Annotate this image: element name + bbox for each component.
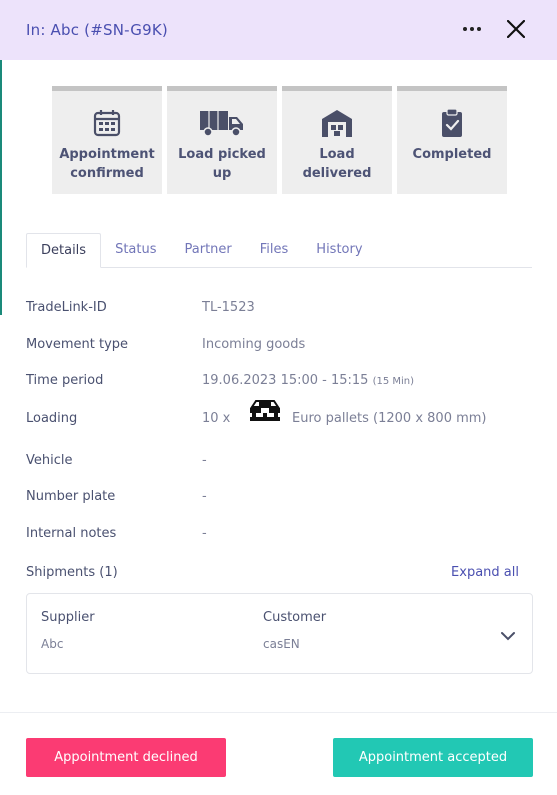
detail-value: 19.06.2023 15:00 - 15:15 (15 Min) — [202, 373, 414, 388]
detail-label: TradeLink-ID — [26, 300, 107, 315]
tab-details[interactable]: Details — [26, 233, 102, 268]
tab-status[interactable]: Status — [101, 233, 170, 267]
step-load-picked-up: Load picked up — [167, 86, 277, 194]
more-options-icon[interactable] — [461, 16, 483, 42]
supplier-label: Supplier — [41, 610, 95, 625]
detail-value: - — [202, 526, 207, 541]
dialog-title: In: Abc (#SN-G9K) — [26, 21, 168, 39]
tab-history[interactable]: History — [302, 233, 376, 267]
detail-label: Number plate — [26, 489, 116, 504]
loading-item: Euro pallets (1200 x 800 mm) — [292, 411, 487, 426]
pallet-icon — [248, 399, 282, 427]
detail-value: Incoming goods — [202, 337, 306, 352]
tab-files[interactable]: Files — [246, 233, 303, 267]
clipboard-check-icon — [440, 106, 464, 140]
tab-partner[interactable]: Partner — [171, 233, 246, 267]
left-accent-bar — [0, 60, 2, 315]
step-appointment-confirmed: Appointment confirmed — [52, 86, 162, 194]
step-label: Load delivered — [302, 147, 372, 181]
appointment-accepted-button[interactable]: Appointment accepted — [333, 738, 533, 777]
step-label: Appointment confirmed — [59, 147, 155, 181]
detail-label: Loading — [26, 411, 78, 426]
time-period-value: 19.06.2023 15:00 - 15:15 — [202, 373, 369, 388]
warehouse-icon — [321, 106, 353, 140]
expand-all-link[interactable]: Expand all — [451, 565, 519, 580]
supplier-value: Abc — [41, 637, 64, 651]
calendar-icon — [92, 106, 122, 140]
close-icon[interactable] — [503, 16, 529, 42]
shipment-card[interactable]: Supplier Abc Customer casEN — [26, 593, 533, 674]
appointment-declined-button[interactable]: Appointment declined — [26, 738, 226, 777]
detail-tabs: Details Status Partner Files History — [26, 233, 532, 268]
chevron-down-icon[interactable] — [500, 626, 516, 645]
footer-divider — [0, 712, 557, 713]
loading-quantity: 10 x — [202, 411, 231, 426]
step-load-delivered: Load delivered — [282, 86, 392, 194]
status-steps: Appointment confirmed Load picked up Loa… — [52, 86, 507, 194]
step-completed: Completed — [397, 86, 507, 194]
truck-icon — [199, 106, 245, 140]
detail-value: TL-1523 — [202, 300, 255, 315]
step-label: Completed — [412, 147, 492, 162]
detail-label: Vehicle — [26, 453, 73, 468]
detail-label: Movement type — [26, 337, 129, 352]
detail-label: Time period — [26, 373, 104, 388]
detail-label: Internal notes — [26, 526, 117, 541]
shipments-title: Shipments (1) — [26, 565, 118, 580]
customer-value: casEN — [263, 637, 300, 651]
dialog-header: In: Abc (#SN-G9K) — [0, 0, 557, 60]
step-label: Load picked up — [178, 147, 266, 181]
header-actions — [461, 16, 529, 42]
time-period-duration: (15 Min) — [372, 376, 415, 387]
customer-label: Customer — [263, 610, 327, 625]
detail-value: - — [202, 489, 207, 504]
detail-value: - — [202, 453, 207, 468]
